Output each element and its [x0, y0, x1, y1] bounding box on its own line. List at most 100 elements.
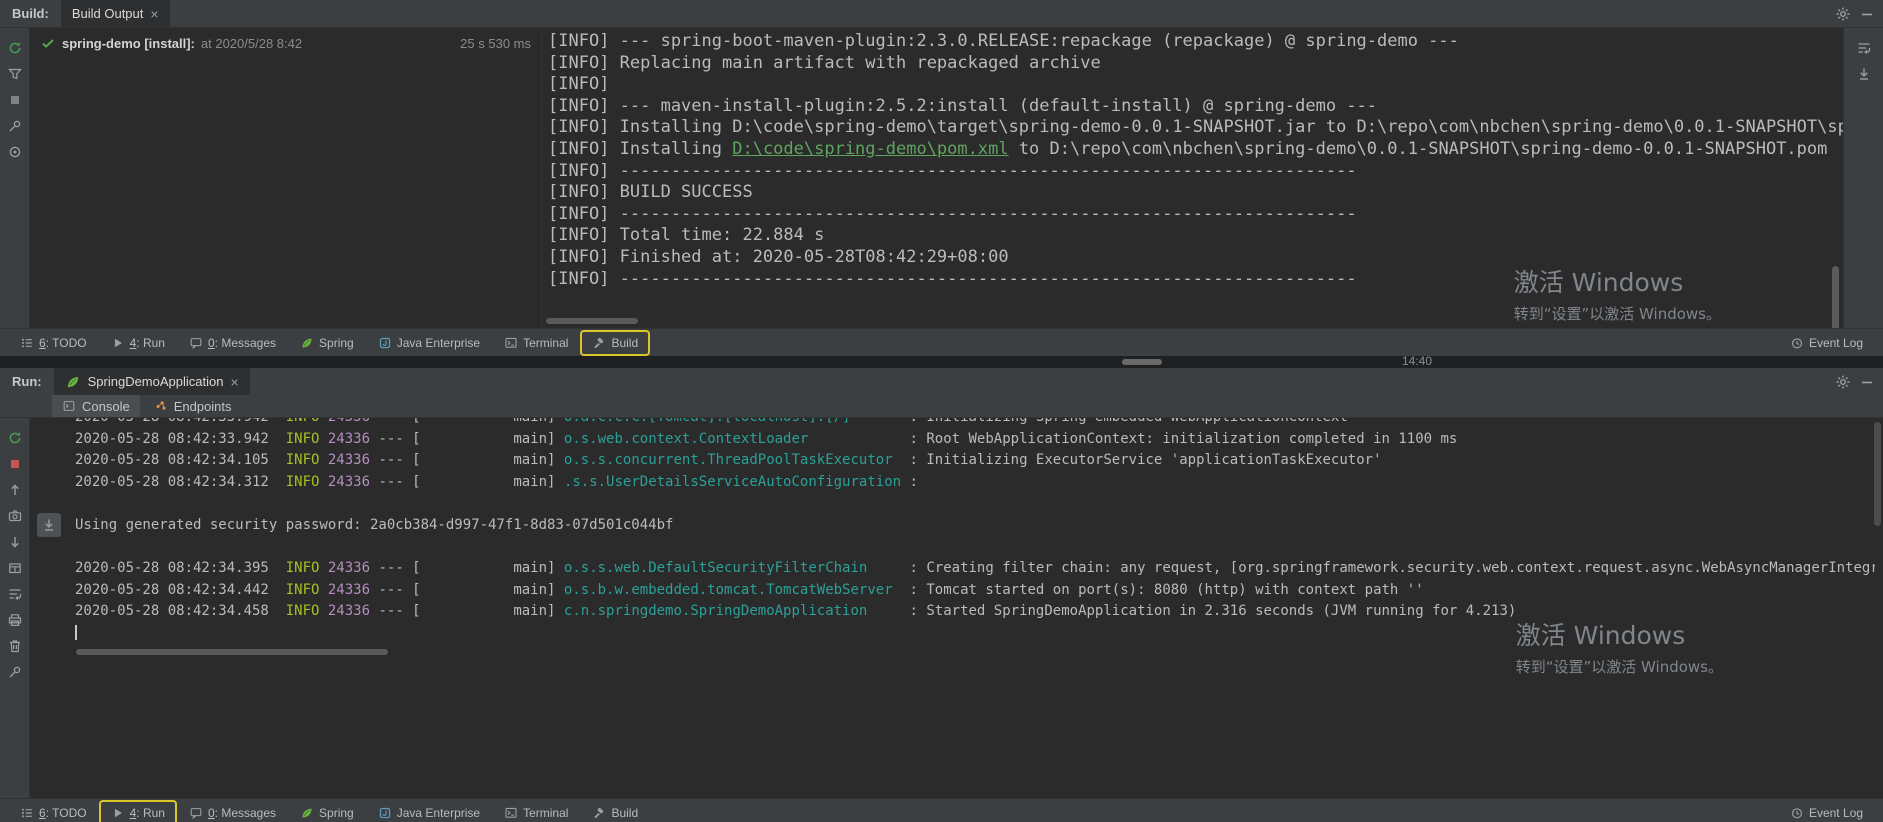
run-log-line: 2020-05-28 08:42:34.395 INFO 24336 --- […	[75, 558, 1875, 580]
close-tab-icon[interactable]: ×	[150, 7, 158, 21]
statusbar-label: Event Log	[1808, 335, 1863, 350]
statusbar-label: : Messages	[214, 335, 277, 350]
statusbar-item-build[interactable]: Build	[582, 332, 648, 354]
statusbar-item-4-run[interactable]: 4: Run	[101, 802, 175, 822]
eventlog-icon	[1790, 336, 1804, 350]
hide-window-icon[interactable]	[1859, 374, 1875, 390]
statusbar-item-terminal[interactable]: Terminal	[494, 802, 578, 822]
rerun-green-button[interactable]	[3, 36, 27, 60]
build-vertical-scrollbar[interactable]	[1832, 266, 1839, 332]
build-icon	[592, 806, 606, 820]
build-tree-row[interactable]: spring-demo [install]: at 2020/5/28 8:42…	[40, 35, 531, 51]
statusbar-item-6-todo[interactable]: 6: TODO	[10, 332, 97, 354]
process-id: 24336	[327, 452, 371, 469]
build-left-toolbar	[0, 28, 30, 328]
build-log-line: [INFO]	[548, 74, 1843, 96]
endpoints-icon	[154, 399, 168, 413]
process-id: 24336	[327, 473, 371, 490]
pom-file-link[interactable]: D:\code\spring-demo\pom.xml	[732, 139, 1008, 159]
build-log-line: [INFO] --- maven-install-plugin:2.5.2:in…	[548, 96, 1843, 118]
close-tab-icon[interactable]: ×	[230, 375, 238, 389]
tab-console[interactable]: Console	[52, 395, 140, 417]
messages-icon	[189, 336, 203, 350]
text-caret	[75, 625, 77, 641]
statusbar-item-event-log[interactable]: Event Log	[1780, 802, 1873, 822]
statusbar-label: : Run	[136, 805, 165, 820]
statusbar-item-event-log[interactable]: Event Log	[1780, 332, 1873, 354]
stop-gray-button[interactable]	[3, 88, 27, 112]
build-log-line: [INFO] Installing D:\code\spring-demo\po…	[548, 139, 1843, 161]
mnemonic: 4	[129, 335, 137, 350]
statusbar-item-6-todo[interactable]: 6: TODO	[10, 802, 97, 822]
trash-button[interactable]	[3, 634, 27, 658]
logger-name: o.a.c.c.C.[Tomcat].[localhost].[/]	[564, 418, 901, 425]
javaee-icon	[378, 336, 392, 350]
pin-icon	[7, 118, 23, 134]
statusbar-label: Build	[611, 335, 639, 350]
log-text: [INFO] ---------------------------------…	[548, 160, 1357, 181]
log-text: [INFO] --- spring-boot-maven-plugin:2.3.…	[548, 31, 1459, 51]
rerun-green-button[interactable]	[3, 426, 27, 450]
tab-spring-demo-application[interactable]: SpringDemoApplication ×	[53, 368, 250, 395]
run-vertical-scrollbar[interactable]	[1874, 422, 1881, 526]
rerun-green-icon	[7, 40, 23, 56]
print-button[interactable]	[3, 608, 27, 632]
statusbar-label: Spring	[319, 335, 354, 350]
statusbar-item-spring[interactable]: Spring	[290, 802, 364, 822]
settings-gear-icon[interactable]	[1835, 374, 1851, 390]
inspect-button[interactable]	[3, 140, 27, 164]
statusbar-item-0-messages[interactable]: 0: Messages	[179, 332, 286, 354]
statusbar-item-spring[interactable]: Spring	[290, 332, 364, 354]
run-tool-window: Run: SpringDemoApplication × Console Endp…	[0, 368, 1883, 822]
success-check-icon	[40, 35, 56, 51]
package-button[interactable]	[3, 556, 27, 580]
filter-button[interactable]	[3, 62, 27, 86]
statusbar-item-4-run[interactable]: 4: Run	[101, 332, 175, 354]
log-text: Using generated security password: 2a0cb…	[75, 516, 674, 533]
stop-red-button[interactable]	[3, 452, 27, 476]
run-log-line: Using generated security password: 2a0cb…	[75, 515, 1875, 537]
scroll-end-button[interactable]	[37, 513, 61, 537]
stop-red-icon	[7, 456, 23, 472]
logger-name: o.s.web.context.ContextLoader	[563, 430, 902, 447]
log-text: [INFO] --- maven-install-plugin:2.5.2:in…	[548, 95, 1378, 116]
thread: --- [ main]	[370, 430, 564, 447]
soft-wrap-button[interactable]	[1852, 36, 1876, 60]
build-task-timestamp: at 2020/5/28 8:42	[200, 35, 303, 51]
hide-window-icon[interactable]	[1859, 6, 1875, 22]
statusbar-item-build[interactable]: Build	[582, 802, 648, 822]
javaee-icon	[378, 806, 392, 820]
arrow-down-button[interactable]	[3, 530, 27, 554]
run-log-line: 2020-05-28 08:42:34.312 INFO 24336 --- […	[75, 472, 1875, 494]
run-horizontal-scrollbar[interactable]	[76, 649, 388, 655]
build-tree-panel: spring-demo [install]: at 2020/5/28 8:42…	[30, 28, 542, 328]
build-horizontal-scrollbar[interactable]	[546, 318, 638, 324]
soft-wrap-button[interactable]	[3, 582, 27, 606]
tab-endpoints[interactable]: Endpoints	[144, 395, 242, 417]
build-window-header: Build: Build Output ×	[0, 0, 1883, 28]
settings-gear-icon[interactable]	[1835, 6, 1851, 22]
statusbar-item-0-messages[interactable]: 0: Messages	[179, 802, 286, 822]
camera-button[interactable]	[3, 504, 27, 528]
run-console[interactable]: 2020-05-28 08:42:33.942 INFO 24336 --- […	[30, 418, 1875, 798]
clipped-status-fragment: 14:40	[1402, 356, 1433, 368]
scroll-end-button[interactable]	[1852, 62, 1876, 86]
tab-build-output[interactable]: Build Output ×	[60, 0, 170, 27]
run-window-title: Run:	[12, 374, 42, 389]
statusbar-label: Java Enterprise	[396, 805, 481, 820]
statusbar-item-java-enterprise[interactable]: Java Enterprise	[368, 802, 490, 822]
rerun-green-icon	[7, 430, 23, 446]
build-console[interactable]: [INFO] --- spring-boot-maven-plugin:2.3.…	[542, 28, 1843, 328]
arrow-down-icon	[7, 534, 23, 550]
pin-button[interactable]	[3, 660, 27, 684]
arrow-up-button[interactable]	[3, 478, 27, 502]
pin-button[interactable]	[3, 114, 27, 138]
thread: --- [ main]	[370, 473, 564, 490]
thread: --- [ main]	[370, 560, 564, 577]
statusbar-item-terminal[interactable]: Terminal	[494, 332, 578, 354]
statusbar-item-java-enterprise[interactable]: Java Enterprise	[368, 332, 490, 354]
ide-screen: Build: Build Output × spring-demo [insta…	[0, 0, 1883, 822]
